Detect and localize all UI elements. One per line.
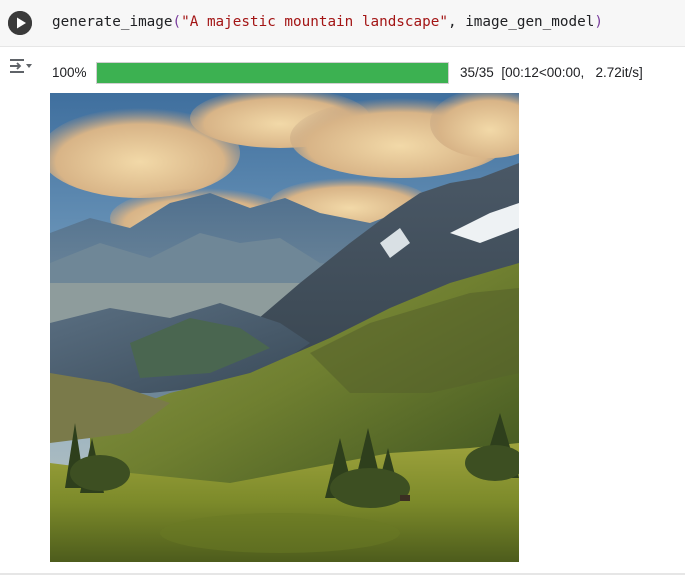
- code-argument: image_gen_model: [465, 14, 595, 30]
- progress-stats: 35/35 [00:12<00:00, 2.72it/s]: [460, 65, 643, 80]
- play-icon: [8, 11, 32, 35]
- progress-steps: 35/35: [460, 65, 494, 80]
- notebook-cell: generate_image("A majestic mountain land…: [0, 0, 685, 579]
- code-close-paren: ): [594, 14, 603, 30]
- cell-divider: [0, 573, 685, 575]
- progress-bar: [96, 62, 449, 84]
- output-collapse-icon: [10, 59, 32, 73]
- code-open-paren: (: [172, 14, 182, 30]
- run-cell-button[interactable]: [8, 11, 32, 35]
- code-function-name: generate_image: [52, 14, 173, 30]
- progress-bar-fill: [97, 63, 448, 83]
- code-separator: ,: [447, 14, 466, 30]
- progress-percent: 100%: [52, 65, 87, 80]
- code-cell-input[interactable]: generate_image("A majestic mountain land…: [0, 0, 685, 47]
- generated-mountain-landscape-image: [50, 93, 519, 562]
- progress-rate: 2.72it/s]: [595, 65, 643, 80]
- progress-timing: [00:12<00:00,: [501, 65, 585, 80]
- code-line[interactable]: generate_image("A majestic mountain land…: [52, 12, 603, 32]
- code-prompt-string: "A majestic mountain landscape": [181, 14, 448, 30]
- progress-output: 100% 35/35 [00:12<00:00, 2.72it/s]: [52, 62, 682, 86]
- output-toggle-button[interactable]: [8, 57, 34, 77]
